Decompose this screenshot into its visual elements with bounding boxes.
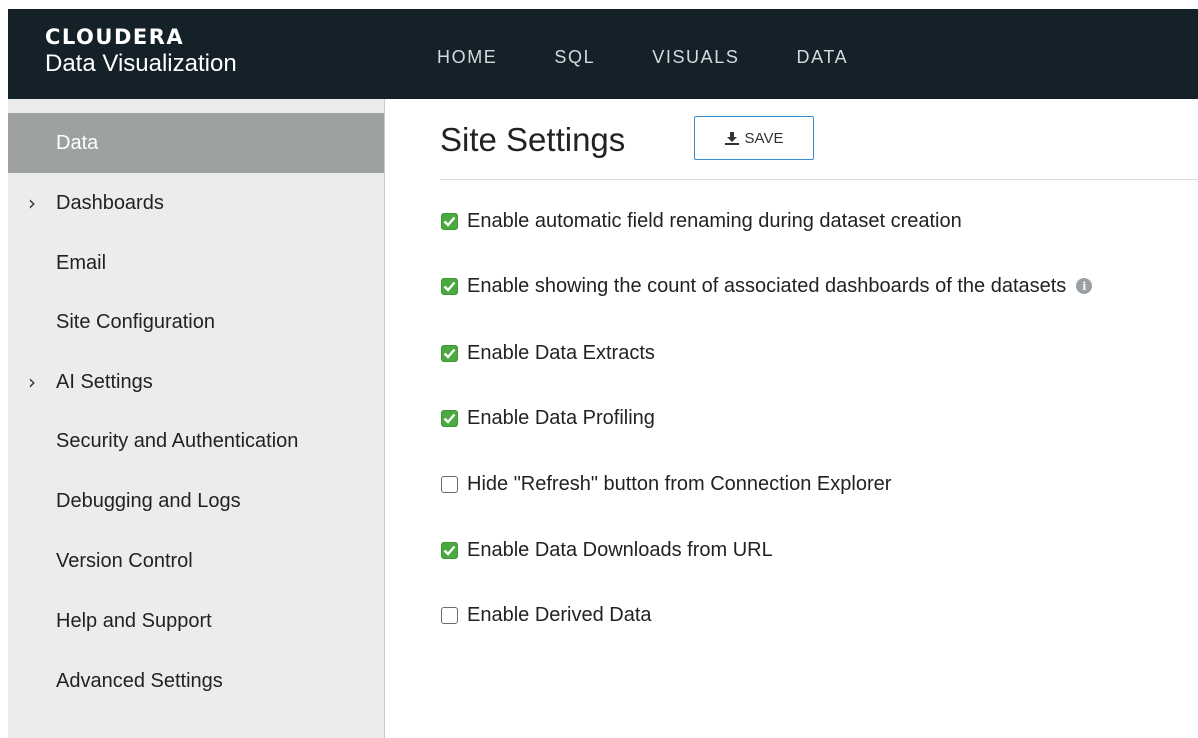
option-label: Enable Data Profiling: [467, 406, 655, 429]
checkbox-checked[interactable]: [441, 277, 458, 295]
option-label: Enable showing the count of associated d…: [467, 274, 1067, 297]
checkmark-icon: [443, 281, 456, 292]
sidebar-item-debugging[interactable]: Debugging and Logs: [8, 471, 384, 531]
sidebar-item-label: Data: [56, 132, 99, 154]
brand-product: Data Visualization: [45, 50, 237, 77]
option-dashboard-count: Enable showing the count of associated d…: [441, 274, 1093, 298]
checkmark-icon: [443, 216, 456, 227]
option-label: Enable Data Downloads from URL: [467, 538, 773, 561]
sidebar-item-advanced-settings[interactable]: Advanced Settings: [8, 651, 384, 711]
option-auto-field-renaming: Enable automatic field renaming during d…: [441, 209, 962, 233]
option-data-extracts: Enable Data Extracts: [441, 341, 655, 365]
checkmark-icon: [443, 348, 456, 359]
nav-sql[interactable]: SQL: [554, 46, 595, 68]
save-button[interactable]: SAVE: [694, 116, 814, 160]
sidebar-item-label: Help and Support: [56, 610, 212, 632]
info-icon[interactable]: i: [1076, 278, 1093, 294]
sidebar-item-label: Advanced Settings: [56, 670, 223, 692]
option-derived-data: Enable Derived Data: [441, 603, 652, 627]
option-label: Enable automatic field renaming during d…: [467, 209, 962, 232]
sidebar-item-email[interactable]: Email: [8, 233, 384, 293]
brand-name: CLOUDERA: [45, 25, 185, 49]
nav-visuals[interactable]: VISUALS: [652, 46, 739, 68]
option-label: Enable Derived Data: [467, 603, 652, 626]
sidebar-item-version-control[interactable]: Version Control: [8, 531, 384, 591]
option-data-profiling: Enable Data Profiling: [441, 406, 655, 430]
checkbox-unchecked[interactable]: [441, 606, 458, 624]
top-navigation-bar: CLOUDERA Data Visualization HOME SQL VIS…: [8, 9, 1198, 99]
checkmark-icon: [443, 413, 456, 424]
checkmark-icon: [443, 545, 456, 556]
option-label: Hide "Refresh" button from Connection Ex…: [467, 472, 892, 495]
sidebar-item-label: AI Settings: [56, 371, 153, 393]
sidebar-item-ai-settings[interactable]: › AI Settings: [8, 352, 384, 412]
nav-data[interactable]: DATA: [796, 46, 848, 68]
chevron-right-icon: ›: [28, 191, 36, 215]
save-button-label: SAVE: [744, 129, 784, 147]
main-nav: HOME SQL VISUALS DATA: [437, 46, 905, 68]
sidebar-item-label: Security and Authentication: [56, 430, 299, 452]
sidebar-item-label: Dashboards: [56, 192, 164, 214]
checkbox-checked[interactable]: [441, 344, 458, 362]
option-hide-refresh: Hide "Refresh" button from Connection Ex…: [441, 472, 891, 496]
sidebar-item-label: Version Control: [56, 550, 193, 572]
option-data-downloads: Enable Data Downloads from URL: [441, 538, 773, 562]
sidebar-item-label: Debugging and Logs: [56, 490, 241, 512]
checkbox-unchecked[interactable]: [441, 475, 458, 493]
brand-logo[interactable]: CLOUDERA Data Visualization: [45, 26, 237, 78]
settings-main: Site Settings SAVE Enable automatic fiel…: [384, 99, 1198, 738]
checkbox-checked[interactable]: [441, 409, 458, 427]
sidebar-item-dashboards[interactable]: › Dashboards: [8, 173, 384, 233]
sidebar-item-help[interactable]: Help and Support: [8, 591, 384, 651]
sidebar-item-data[interactable]: Data: [8, 113, 384, 173]
sidebar-item-site-configuration[interactable]: Site Configuration: [8, 292, 384, 352]
option-label: Enable Data Extracts: [467, 341, 655, 364]
sidebar-item-label: Email: [56, 252, 107, 274]
divider: [440, 179, 1198, 180]
page-title: Site Settings: [440, 121, 626, 158]
checkbox-checked[interactable]: [441, 541, 458, 559]
sidebar-item-label: Site Configuration: [56, 311, 215, 333]
nav-home[interactable]: HOME: [437, 46, 497, 68]
settings-sidebar: Data › Dashboards Email Site Configurati…: [8, 99, 385, 738]
chevron-right-icon: ›: [28, 370, 36, 394]
download-icon: [724, 131, 739, 145]
checkbox-checked[interactable]: [441, 212, 458, 230]
sidebar-item-security[interactable]: Security and Authentication: [8, 411, 384, 471]
